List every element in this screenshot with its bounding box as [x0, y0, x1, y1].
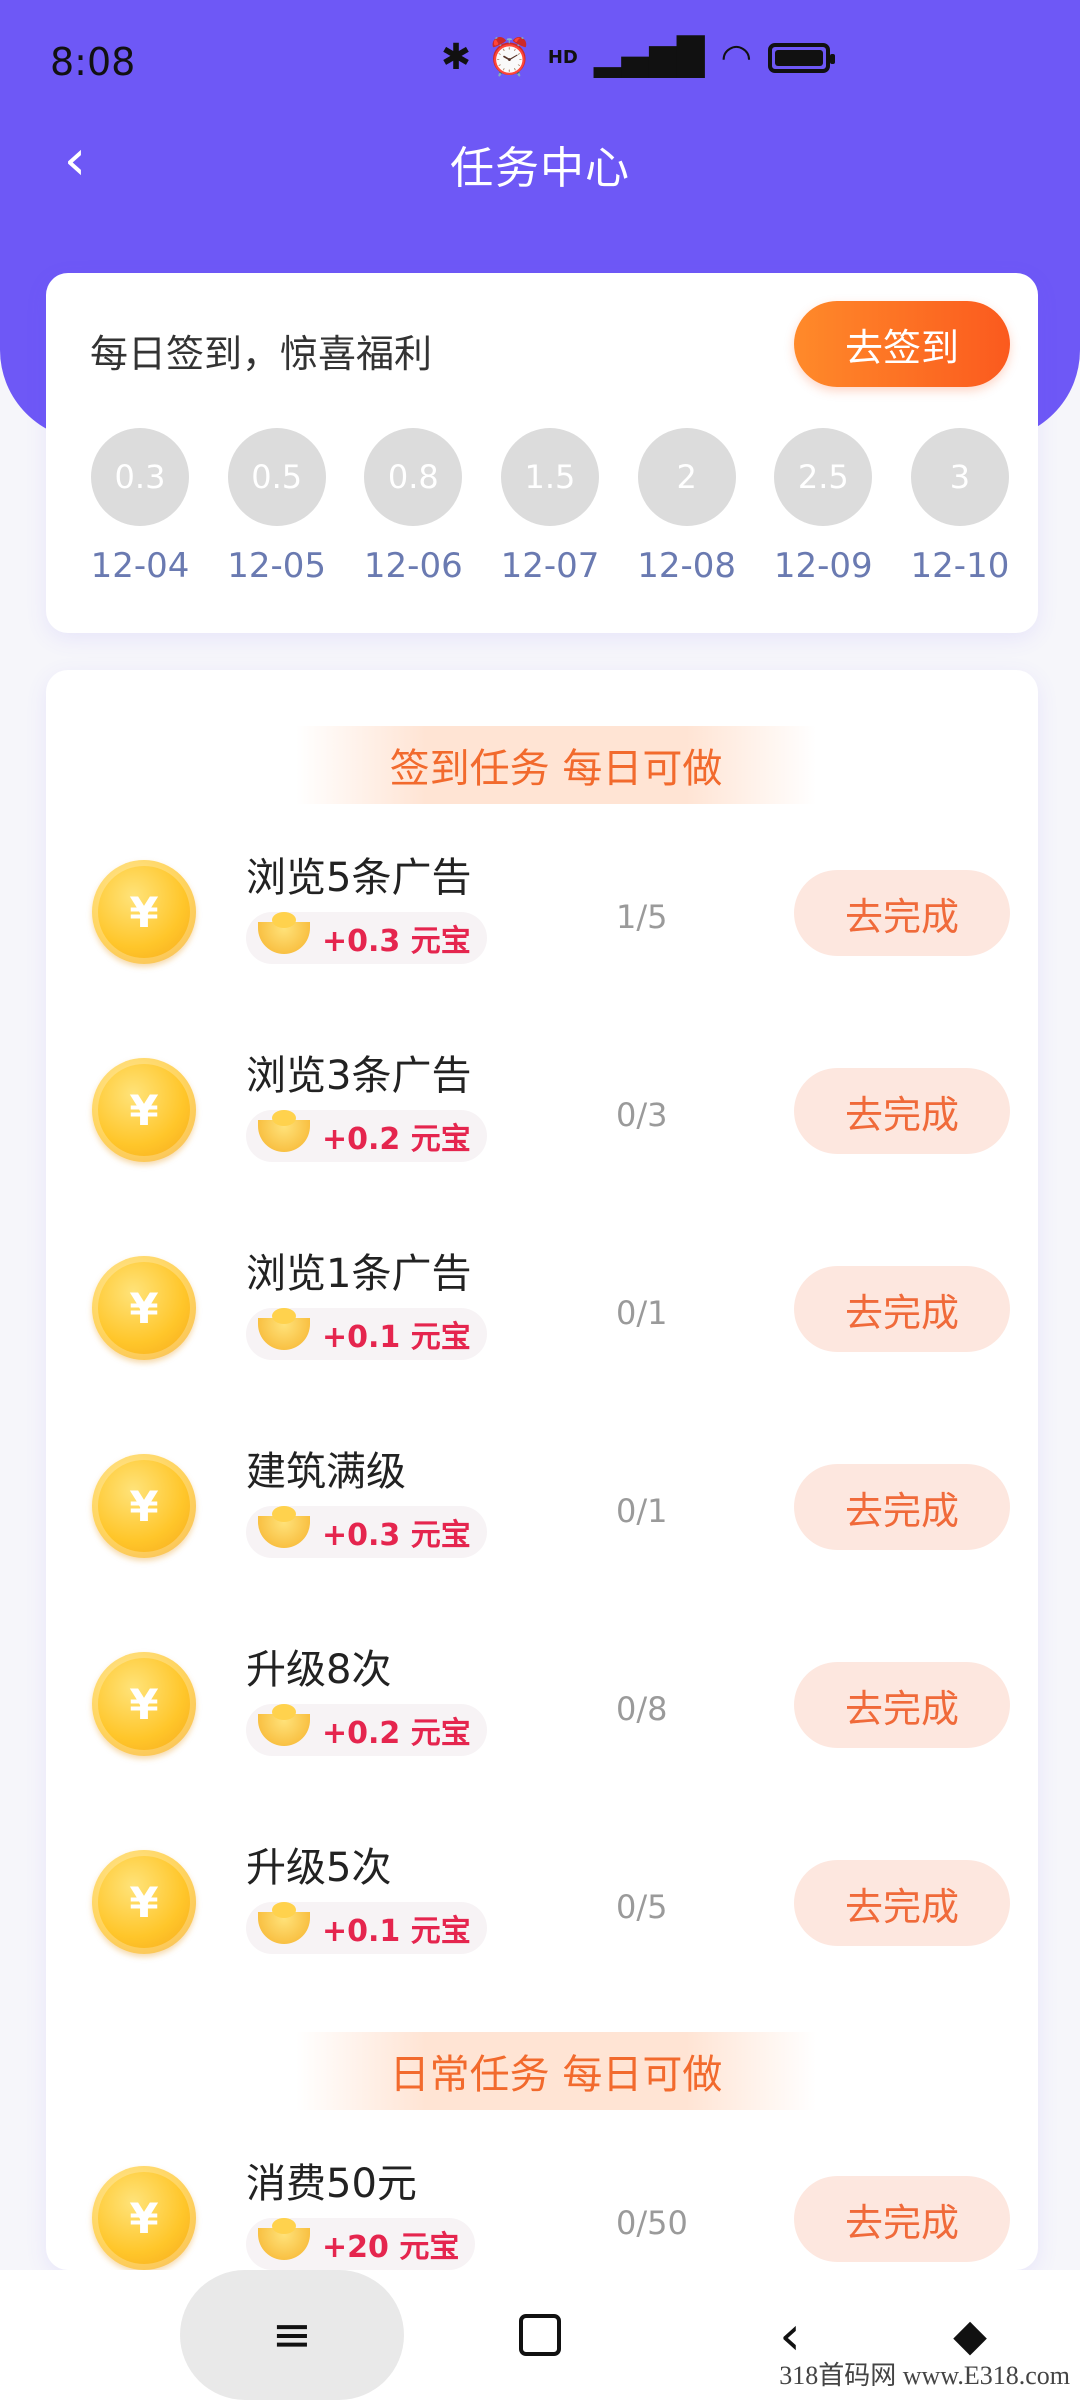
- signin-day: 2.5 12-09: [773, 428, 873, 586]
- complete-task-button[interactable]: 去完成: [794, 870, 1010, 956]
- day-date: 12-09: [773, 546, 873, 586]
- task-progress: 0/50: [616, 2204, 688, 2242]
- task-name: 浏览5条广告: [246, 855, 472, 901]
- complete-task-button[interactable]: 去完成: [794, 1464, 1010, 1550]
- signin-title: 每日签到，惊喜福利: [90, 332, 433, 376]
- wifi-icon: ◠: [720, 37, 752, 78]
- signin-day: 0.8 12-06: [363, 428, 463, 586]
- reward-text: +0.1 元宝: [322, 1320, 471, 1355]
- complete-task-button[interactable]: 去完成: [794, 1860, 1010, 1946]
- day-reward-bubble: 0.3: [91, 428, 189, 526]
- task-row: ¥ 升级8次 +0.2 元宝 0/8 去完成: [46, 1632, 1038, 1782]
- reward-pill: +0.3 元宝: [246, 1506, 487, 1558]
- watermark: 318首码网 www.E318.com: [779, 2361, 1070, 2390]
- menu-icon[interactable]: ≡: [180, 2270, 404, 2400]
- task-progress: 1/5: [616, 898, 668, 936]
- reward-pill: +0.2 元宝: [246, 1110, 487, 1162]
- task-row: ¥ 浏览5条广告 +0.3 元宝 1/5 去完成: [46, 840, 1038, 990]
- reward-text: +0.2 元宝: [322, 1716, 471, 1751]
- ingot-icon: [258, 1308, 310, 1350]
- day-reward-bubble: 0.8: [364, 428, 463, 526]
- reward-pill: +0.1 元宝: [246, 1902, 487, 1954]
- day-reward-bubble: 0.5: [227, 428, 326, 526]
- day-date: 12-06: [363, 546, 463, 586]
- ingot-icon: [258, 1902, 310, 1944]
- reward-text: +0.2 元宝: [322, 1122, 471, 1157]
- coin-icon: ¥: [92, 2166, 196, 2270]
- battery-icon: [768, 43, 835, 73]
- reward-text: +0.1 元宝: [322, 1914, 471, 1949]
- day-reward-bubble: 3: [910, 428, 1009, 526]
- signin-day: 2 12-08: [637, 428, 737, 586]
- task-row: ¥ 浏览3条广告 +0.2 元宝 0/3 去完成: [46, 1038, 1038, 1188]
- system-navigation-bar: ≡ ‹ ◆ 318首码网 www.E318.com: [0, 2270, 1080, 2400]
- ingot-icon: [258, 912, 310, 954]
- home-icon[interactable]: [490, 2270, 590, 2400]
- task-name: 建筑满级: [246, 1449, 406, 1495]
- day-date: 12-07: [500, 546, 600, 586]
- task-progress: 0/1: [616, 1294, 668, 1332]
- day-date: 12-10: [910, 546, 1010, 586]
- day-reward-bubble: 2.5: [774, 428, 873, 526]
- day-reward-bubble: 2: [637, 428, 736, 526]
- coin-icon: ¥: [92, 1256, 196, 1360]
- task-name: 升级8次: [246, 1647, 392, 1693]
- task-progress: 0/8: [616, 1690, 668, 1728]
- hd-badge: HD: [547, 47, 578, 68]
- task-progress: 0/1: [616, 1492, 668, 1530]
- page-title: 任务中心: [450, 143, 630, 194]
- reward-pill: +0.2 元宝: [246, 1704, 487, 1756]
- task-list-card: 签到任务 每日可做 ¥ 浏览5条广告 +0.3 元宝 1/5 去完成 ¥ 浏览3…: [46, 670, 1038, 2270]
- task-name: 消费50元: [246, 2161, 417, 2207]
- day-date: 12-05: [227, 546, 327, 586]
- status-time: 8:08: [50, 40, 136, 84]
- section-title: 签到任务 每日可做: [296, 726, 816, 804]
- reward-pill: +20 元宝: [246, 2218, 476, 2270]
- signin-day: 1.5 12-07: [500, 428, 600, 586]
- reward-pill: +0.3 元宝: [246, 912, 487, 964]
- task-row: ¥ 建筑满级 +0.3 元宝 0/1 去完成: [46, 1434, 1038, 1584]
- coin-icon: ¥: [92, 1652, 196, 1756]
- day-date: 12-08: [637, 546, 737, 586]
- ingot-icon: [258, 1110, 310, 1152]
- signin-days: 0.3 12-04 0.5 12-05 0.8 12-06 1.5 12-07 …: [90, 428, 1010, 586]
- signin-day: 0.5 12-05: [227, 428, 327, 586]
- complete-task-button[interactable]: 去完成: [794, 1266, 1010, 1352]
- task-name: 浏览3条广告: [246, 1053, 472, 1099]
- reward-text: +0.3 元宝: [322, 1518, 471, 1553]
- alarm-icon: ⏰: [486, 37, 532, 78]
- status-icons: ✱ ⏰ HD ▂▄▆█ ◠: [440, 37, 835, 78]
- coin-icon: ¥: [92, 1850, 196, 1954]
- task-progress: 0/5: [616, 1888, 668, 1926]
- task-name: 浏览1条广告: [246, 1251, 472, 1297]
- daily-signin-card: 每日签到，惊喜福利 去签到 0.3 12-04 0.5 12-05 0.8 12…: [46, 273, 1038, 633]
- complete-task-button[interactable]: 去完成: [794, 1068, 1010, 1154]
- reward-text: +0.3 元宝: [322, 924, 471, 959]
- coin-icon: ¥: [92, 1058, 196, 1162]
- reward-text: +20 元宝: [322, 2230, 460, 2265]
- signal-icon: ▂▄▆█: [593, 37, 705, 78]
- task-row: ¥ 浏览1条广告 +0.1 元宝 0/1 去完成: [46, 1236, 1038, 1386]
- status-bar: 8:08 ✱ ⏰ HD ▂▄▆█ ◠: [0, 0, 1080, 125]
- signin-day: 0.3 12-04: [90, 428, 190, 586]
- task-progress: 0/3: [616, 1096, 668, 1134]
- complete-task-button[interactable]: 去完成: [794, 2176, 1010, 2262]
- bluetooth-icon: ✱: [440, 37, 471, 78]
- ingot-icon: [258, 1704, 310, 1746]
- coin-icon: ¥: [92, 860, 196, 964]
- signin-button[interactable]: 去签到: [794, 301, 1010, 387]
- task-row: ¥ 升级5次 +0.1 元宝 0/5 去完成: [46, 1830, 1038, 1980]
- coin-icon: ¥: [92, 1454, 196, 1558]
- signin-day: 3 12-10: [910, 428, 1010, 586]
- complete-task-button[interactable]: 去完成: [794, 1662, 1010, 1748]
- day-date: 12-04: [90, 546, 190, 586]
- ingot-icon: [258, 1506, 310, 1548]
- day-reward-bubble: 1.5: [500, 428, 599, 526]
- section-title: 日常任务 每日可做: [296, 2032, 816, 2110]
- ingot-icon: [258, 2218, 310, 2260]
- reward-pill: +0.1 元宝: [246, 1308, 487, 1360]
- task-name: 升级5次: [246, 1845, 392, 1891]
